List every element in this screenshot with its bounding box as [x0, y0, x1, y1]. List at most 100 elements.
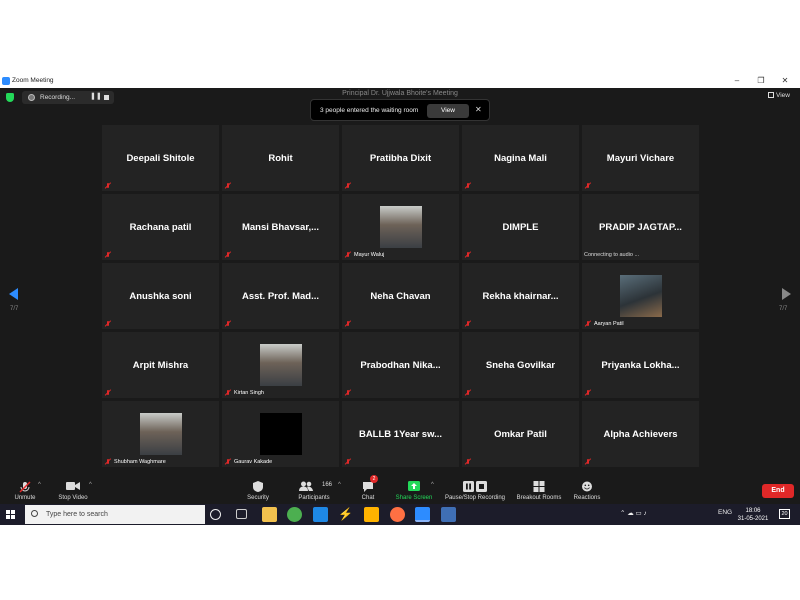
search-icon: [31, 510, 38, 517]
view-label: View: [776, 92, 790, 99]
chat-label: Chat: [361, 495, 375, 501]
waiting-room-message: 3 people entered the waiting room: [320, 107, 419, 114]
waiting-room-view-button[interactable]: View: [427, 104, 469, 118]
muted-mic-icon: [19, 481, 31, 493]
close-window-button[interactable]: ✕: [776, 75, 794, 88]
muted-mic-icon: [105, 390, 111, 396]
participant-tile[interactable]: BALLB 1Year sw...: [342, 401, 459, 467]
participant-tile[interactable]: Sneha Govilkar: [462, 332, 579, 398]
participant-name: Rohit: [268, 153, 293, 164]
zoom-taskbar-icon[interactable]: [415, 507, 430, 522]
pause-recording-icon[interactable]: ❚❚: [90, 92, 102, 100]
participant-tile[interactable]: Neha Chavan: [342, 263, 459, 329]
photos-app-icon[interactable]: [441, 507, 456, 522]
view-layout-button[interactable]: View: [768, 92, 790, 99]
participant-label: Shubham Waghmare: [114, 459, 166, 465]
participant-tile[interactable]: Omkar Patil: [462, 401, 579, 467]
winamp-lightning-icon[interactable]: ⚡: [338, 507, 353, 522]
participant-tile[interactable]: Shubham Waghmare: [102, 401, 219, 467]
page-indicator-right: 7/7: [779, 306, 788, 312]
input-language[interactable]: ENG: [718, 509, 732, 516]
participant-tile[interactable]: Mayuri Vichare: [582, 125, 699, 191]
participant-tile[interactable]: Rachana patil: [102, 194, 219, 260]
share-screen-button[interactable]: Share Screen: [394, 477, 434, 504]
participant-tile[interactable]: Kirtan Singh: [222, 332, 339, 398]
participant-tile[interactable]: Alpha Achievers: [582, 401, 699, 467]
participant-audio-status: Connecting to audio ...: [584, 252, 640, 258]
stop-recording-icon[interactable]: [104, 95, 109, 100]
chat-button[interactable]: 2 Chat: [356, 475, 380, 504]
participant-label: Gaurav Kakade: [234, 459, 273, 465]
taskbar-clock[interactable]: 18:06 31-05-2021: [735, 507, 771, 523]
video-options-caret[interactable]: ^: [89, 482, 92, 488]
participant-tile[interactable]: Arpit Mishra: [102, 332, 219, 398]
window-title: Zoom Meeting: [12, 77, 54, 84]
participants-options-caret[interactable]: ^: [338, 482, 341, 488]
windows-start-icon[interactable]: [6, 510, 15, 519]
participant-tile[interactable]: Mansi Bhavsar,...: [222, 194, 339, 260]
action-center-notifications[interactable]: 20: [779, 509, 790, 519]
audio-options-caret[interactable]: ^: [38, 482, 41, 488]
participant-tile[interactable]: Priyanka Lokha...: [582, 332, 699, 398]
muted-mic-icon: [225, 390, 231, 396]
stop-video-button[interactable]: Stop Video: [52, 477, 94, 504]
participant-tile[interactable]: Aaryan Patil: [582, 263, 699, 329]
breakout-rooms-button[interactable]: Breakout Rooms: [514, 477, 564, 504]
participant-label: Kirtan Singh: [234, 390, 264, 396]
unmute-label: Unmute: [14, 495, 36, 501]
participant-name: Rekha khairnar...: [482, 291, 559, 302]
mail-app-icon[interactable]: [313, 507, 328, 522]
participants-button[interactable]: 166 Participants: [292, 477, 336, 504]
chrome-browser-icon[interactable]: [287, 507, 302, 522]
waiting-room-close-icon[interactable]: ✕: [475, 105, 482, 114]
participant-tile[interactable]: Pratibha Dixit: [342, 125, 459, 191]
security-label: Security: [247, 495, 269, 501]
maximize-button[interactable]: ❐: [752, 75, 770, 88]
muted-mic-icon: [585, 390, 591, 396]
previous-page-arrow-icon[interactable]: [9, 288, 18, 300]
cortana-icon[interactable]: [210, 509, 221, 520]
participant-name: Nagina Mali: [494, 153, 547, 164]
reactions-button[interactable]: Reactions: [571, 477, 603, 504]
next-page-arrow-icon[interactable]: [782, 288, 791, 300]
encryption-shield-icon[interactable]: [6, 93, 14, 102]
participant-name: Rachana patil: [129, 222, 192, 233]
firefox-icon[interactable]: [390, 507, 405, 522]
end-meeting-button[interactable]: End: [762, 484, 794, 498]
pause-stop-recording-button[interactable]: Pause/Stop Recording: [442, 477, 508, 504]
participants-icon: [299, 481, 313, 491]
participant-tile[interactable]: Anushka soni: [102, 263, 219, 329]
participant-tile[interactable]: Mayur Waluj: [342, 194, 459, 260]
store-bag-icon[interactable]: [364, 507, 379, 522]
reactions-label: Reactions: [573, 495, 601, 501]
participant-name: Anushka soni: [129, 291, 192, 302]
participant-tile[interactable]: Prabodhan Nika...: [342, 332, 459, 398]
participant-tile[interactable]: Gaurav Kakade: [222, 401, 339, 467]
participant-tile[interactable]: Deepali Shitole: [102, 125, 219, 191]
minimize-button[interactable]: –: [728, 75, 746, 88]
security-button[interactable]: Security: [243, 477, 273, 504]
participant-tile[interactable]: Asst. Prof. Mad...: [222, 263, 339, 329]
muted-mic-icon: [345, 459, 351, 465]
participant-name: Asst. Prof. Mad...: [241, 291, 320, 302]
muted-mic-icon: [465, 183, 471, 189]
participant-tile[interactable]: Rohit: [222, 125, 339, 191]
participant-name: BALLB 1Year sw...: [358, 429, 443, 440]
task-view-icon[interactable]: [236, 509, 247, 519]
participant-tile[interactable]: Rekha khairnar...: [462, 263, 579, 329]
participant-tile[interactable]: DIMPLE: [462, 194, 579, 260]
share-options-caret[interactable]: ^: [431, 482, 434, 488]
participant-label: Aaryan Patil: [594, 321, 624, 327]
unmute-button[interactable]: Unmute: [8, 477, 42, 504]
windows-taskbar: Type here to search ⚡ ⌃ ☁ ▭ ♪ ENG 18:06 …: [0, 504, 800, 525]
file-explorer-icon[interactable]: [262, 507, 277, 522]
taskbar-search-input[interactable]: Type here to search: [25, 505, 205, 524]
participant-tile[interactable]: Nagina Mali: [462, 125, 579, 191]
system-tray-icons[interactable]: ⌃ ☁ ▭ ♪: [620, 509, 647, 517]
participant-tile[interactable]: PRADIP JAGTAP... Connecting to audio ...: [582, 194, 699, 260]
participant-name: DIMPLE: [502, 222, 539, 233]
muted-mic-icon: [105, 252, 111, 258]
share-screen-label: Share Screen: [395, 495, 433, 501]
waiting-room-notification: 3 people entered the waiting room View ✕: [310, 99, 490, 121]
meeting-toolbar: Unmute ^ Stop Video ^ Security 166 Parti…: [0, 475, 800, 504]
